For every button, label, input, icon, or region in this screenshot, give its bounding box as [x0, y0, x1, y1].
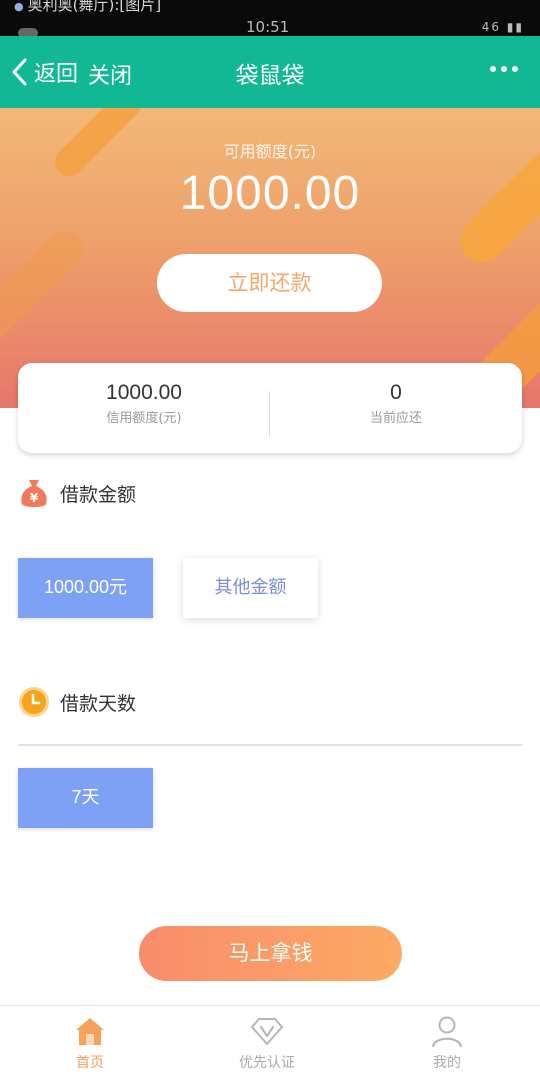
status-indicator-icon: [18, 28, 38, 36]
credit-limit-label: 信用额度(元): [106, 411, 182, 426]
loan-days-header: 借款天数: [18, 686, 136, 718]
available-credit-value: 1000.00: [179, 167, 361, 220]
clock-icon: [19, 687, 49, 717]
tab-me-label: 我的: [433, 1055, 461, 1071]
tab-home-label: 首页: [76, 1055, 104, 1071]
amount-due-value: 0: [390, 381, 402, 404]
tab-home[interactable]: 首页: [0, 1014, 180, 1072]
more-dot-icon: [512, 66, 518, 72]
v-badge-icon: [251, 1018, 283, 1045]
credit-limit-cell: 1000.00 信用额度(元): [18, 381, 270, 426]
svg-text:¥: ¥: [30, 491, 39, 505]
amount-option-1000[interactable]: 1000.00元: [18, 558, 153, 618]
loan-amount-header: ¥ 借款金额: [18, 476, 136, 510]
status-notification: ● 奥利奥(舞厅):[图片]: [14, 0, 161, 15]
signal-icon: 46 ▮▮: [481, 20, 524, 34]
credit-summary-card: 1000.00 信用额度(元) 0 当前应还: [18, 363, 522, 453]
more-menu-button[interactable]: [490, 66, 518, 72]
loan-days-title: 借款天数: [60, 692, 137, 715]
available-credit-label: 可用额度(元): [223, 142, 317, 161]
money-bag-icon: ¥: [21, 480, 47, 507]
amount-due-label: 当前应还: [369, 411, 422, 426]
home-icon: [76, 1018, 104, 1045]
get-money-button[interactable]: 马上拿钱: [139, 926, 402, 981]
notification-text: 奥利奥(舞厅):[图片]: [27, 0, 162, 14]
days-option-7[interactable]: 7天: [18, 768, 153, 828]
page-title: 袋鼠袋: [235, 63, 305, 89]
section-divider: [18, 744, 522, 746]
repay-now-button[interactable]: 立即还款: [157, 254, 382, 312]
notification-icon: ●: [14, 0, 24, 13]
status-time: 10:51: [246, 18, 290, 36]
tab-priority-certification[interactable]: 优先认证: [177, 1014, 357, 1072]
more-dot-icon: [490, 66, 496, 72]
amount-due-cell: 0 当前应还: [270, 381, 522, 426]
decor-stripe: [0, 223, 91, 349]
tab-certification-label: 优先认证: [239, 1055, 295, 1071]
tab-me[interactable]: 我的: [357, 1014, 537, 1072]
loan-amount-title: 借款金额: [60, 483, 137, 506]
user-icon: [432, 1016, 462, 1048]
credit-limit-value: 1000.00: [106, 381, 182, 404]
app-header: 返回 关闭 袋鼠袋: [0, 36, 540, 108]
more-dot-icon: [501, 66, 507, 72]
signal-text: 46: [481, 20, 501, 34]
status-bar: ● 奥利奥(舞厅):[图片] 10:51 46 ▮▮: [0, 0, 540, 36]
amount-option-other[interactable]: 其他金额: [183, 558, 318, 618]
bottom-tab-bar: 首页 优先认证 我的: [0, 1005, 540, 1080]
